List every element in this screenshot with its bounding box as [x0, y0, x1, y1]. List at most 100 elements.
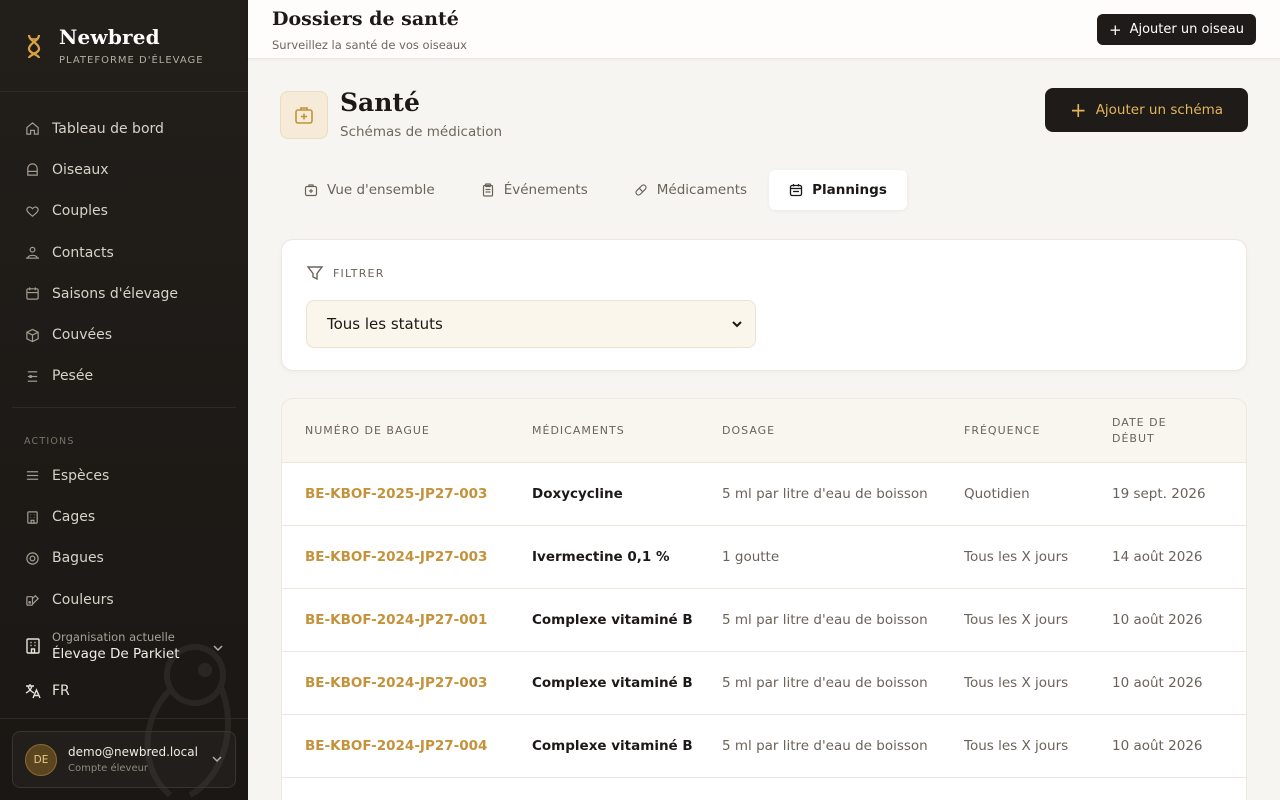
table-row[interactable]: BE-KBOF-2025-JP27-003 Doxycycline 5 ml p…: [282, 463, 1246, 526]
sidebar-item-label: Pesée: [52, 368, 94, 385]
medkit-icon: [280, 91, 328, 139]
sidebar-item-label: Couples: [52, 203, 108, 220]
frequency-cell: Tous les X jours: [964, 738, 1069, 754]
sidebar-item-dashboard[interactable]: Tableau de bord: [0, 108, 248, 149]
brand[interactable]: Newbred PLATEFORME D'ÉLEVAGE: [0, 0, 248, 92]
ring-number-link[interactable]: BE-KBOF-2024-JP27-003: [305, 549, 487, 565]
dosage-cell: 5 ml par litre d'eau de boisson: [722, 486, 928, 502]
avatar: DE: [25, 743, 57, 776]
table-header: NUMÉRO DE BAGUE MÉDICAMENTS DOSAGE FRÉQU…: [282, 399, 1246, 463]
sidebar-item-label: Oiseaux: [52, 161, 109, 178]
sidebar-item-rings[interactable]: Bagues: [0, 538, 248, 579]
user-role: Compte éleveur: [68, 763, 149, 774]
clipboard-icon: [482, 183, 493, 197]
tab-label: Événements: [503, 182, 588, 198]
table-row[interactable]: BE-KBOF-2024-JP27-004 Complexe vitaminé …: [282, 715, 1246, 778]
schedules-table: NUMÉRO DE BAGUE MÉDICAMENTS DOSAGE FRÉQU…: [281, 398, 1247, 800]
page-subtitle: Schémas de médication: [340, 124, 503, 140]
tab-label: Vue d'ensemble: [327, 182, 435, 198]
medication-cell: Complexe vitaminé B: [532, 612, 693, 628]
dosage-cell: 5 ml par litre d'eau de boisson: [722, 612, 928, 628]
add-schema-button[interactable]: + Ajouter un schéma: [1045, 88, 1248, 132]
tabs: Vue d'ensemble Événements Médicaments Pl…: [280, 170, 907, 210]
table-row[interactable]: BE-KBOF-2024-JP27-003 Complexe vitaminé …: [282, 652, 1246, 715]
add-bird-button[interactable]: + Ajouter un oiseau: [1096, 14, 1256, 45]
column-header-dosage[interactable]: DOSAGE: [722, 423, 775, 439]
sidebar-item-colors[interactable]: Couleurs: [0, 579, 248, 620]
sidebar-item-birds[interactable]: Oiseaux: [0, 149, 248, 190]
tab-events[interactable]: Événements: [457, 170, 610, 210]
frequency-cell: Tous les X jours: [964, 549, 1069, 565]
main-nav: Tableau de bord Oiseaux Couples Contacts…: [0, 92, 248, 397]
tab-schedules[interactable]: Plannings: [769, 170, 907, 210]
column-header-line: DÉBUT: [1112, 432, 1155, 445]
divider: [0, 718, 248, 719]
add-bird-label: Ajouter un oiseau: [1129, 22, 1244, 37]
org-name: Élevage De Parkiet: [52, 646, 180, 662]
frequency-cell: Tous les X jours: [964, 612, 1069, 628]
column-header-ring[interactable]: NUMÉRO DE BAGUE: [305, 423, 430, 439]
sidebar-item-couples[interactable]: Couples: [0, 191, 248, 232]
start-date-cell: 10 août 2026: [1112, 612, 1203, 628]
calendar-icon: [26, 287, 39, 301]
chevron-down-icon: [213, 645, 223, 652]
table-row[interactable]: BE-KBOF-2024-JP27-001 Complexe vitaminé …: [282, 589, 1246, 652]
tab-overview[interactable]: Vue d'ensemble: [280, 170, 457, 210]
users-icon: [25, 246, 40, 259]
list-icon: [26, 471, 39, 481]
sidebar-item-contacts[interactable]: Contacts: [0, 232, 248, 273]
sidebar-item-label: Cages: [52, 509, 96, 526]
sidebar-item-label: Espèces: [52, 467, 110, 484]
sidebar-item-species[interactable]: Espèces: [0, 455, 248, 496]
actions-section-title: ACTIONS: [24, 436, 75, 448]
sidebar: Newbred PLATEFORME D'ÉLEVAGE Tableau de …: [0, 0, 248, 800]
dosage-cell: 5 ml par litre d'eau de boisson: [722, 738, 928, 754]
sidebar-item-label: Couleurs: [52, 591, 114, 608]
plus-icon: +: [1108, 20, 1122, 39]
tab-medications[interactable]: Médicaments: [610, 170, 769, 210]
tab-label: Médicaments: [656, 182, 748, 198]
user-menu[interactable]: DE demo@newbred.local Compte éleveur: [12, 731, 236, 788]
ring-number-link[interactable]: BE-KBOF-2024-JP27-004: [305, 738, 487, 754]
ring-number-link[interactable]: BE-KBOF-2024-JP27-003: [305, 675, 487, 691]
column-header-medications[interactable]: MÉDICAMENTS: [532, 423, 625, 439]
dosage-cell: 1 goutte: [722, 549, 780, 565]
divider: [12, 407, 236, 409]
medication-cell: Complexe vitaminé B: [532, 675, 693, 691]
frequency-cell: Tous les X jours: [964, 675, 1069, 691]
start-date-cell: 14 août 2026: [1112, 549, 1203, 565]
medication-cell: Doxycycline: [532, 486, 623, 502]
language-switcher[interactable]: FR: [24, 682, 70, 700]
org-label: Organisation actuelle: [52, 630, 175, 644]
language-label: FR: [52, 683, 70, 699]
ring-number-link[interactable]: BE-KBOF-2025-JP27-003: [305, 486, 487, 502]
translate-icon: [25, 684, 41, 699]
column-header-frequency[interactable]: FRÉQUENCE: [964, 423, 1040, 439]
topbar: Dossiers de santé Surveillez la santé de…: [248, 0, 1280, 59]
column-header-line: DATE DE: [1112, 416, 1167, 429]
sidebar-item-cages[interactable]: Cages: [0, 496, 248, 537]
tab-label: Plannings: [812, 182, 887, 198]
sidebar-item-label: Bagues: [52, 550, 104, 567]
ring-number-link[interactable]: BE-KBOF-2024-JP27-001: [305, 612, 487, 628]
app-name: Newbred: [59, 25, 160, 49]
add-schema-label: Ajouter un schéma: [1095, 102, 1224, 118]
dna-logo-icon: [24, 32, 44, 60]
plus-icon: +: [1069, 98, 1087, 122]
sidebar-item-seasons[interactable]: Saisons d'élevage: [0, 273, 248, 314]
status-select[interactable]: Tous les statuts: [306, 300, 756, 348]
organization-switcher[interactable]: Organisation actuelle Élevage De Parkiet: [24, 630, 224, 662]
sidebar-item-weighing[interactable]: Pesée: [0, 356, 248, 397]
column-header-start-date[interactable]: DATE DE DÉBUT: [1112, 415, 1167, 447]
table-row[interactable]: BE-KBOF-2024-JP27-003 Ivermectine 0,1 % …: [282, 526, 1246, 589]
medication-cell: Complexe vitaminé B: [532, 738, 693, 754]
user-email: demo@newbred.local: [68, 745, 198, 759]
chevron-down-icon: [212, 756, 222, 763]
start-date-cell: 10 août 2026: [1112, 738, 1203, 754]
medication-cell: Ivermectine 0,1 %: [532, 549, 670, 565]
sidebar-item-clutches[interactable]: Couvées: [0, 314, 248, 355]
header-subtitle: Surveillez la santé de vos oiseaux: [272, 38, 467, 52]
frequency-cell: Quotidien: [964, 486, 1030, 502]
actions-nav: Espèces Cages Bagues Couleurs: [0, 449, 248, 620]
box-icon: [26, 328, 39, 342]
